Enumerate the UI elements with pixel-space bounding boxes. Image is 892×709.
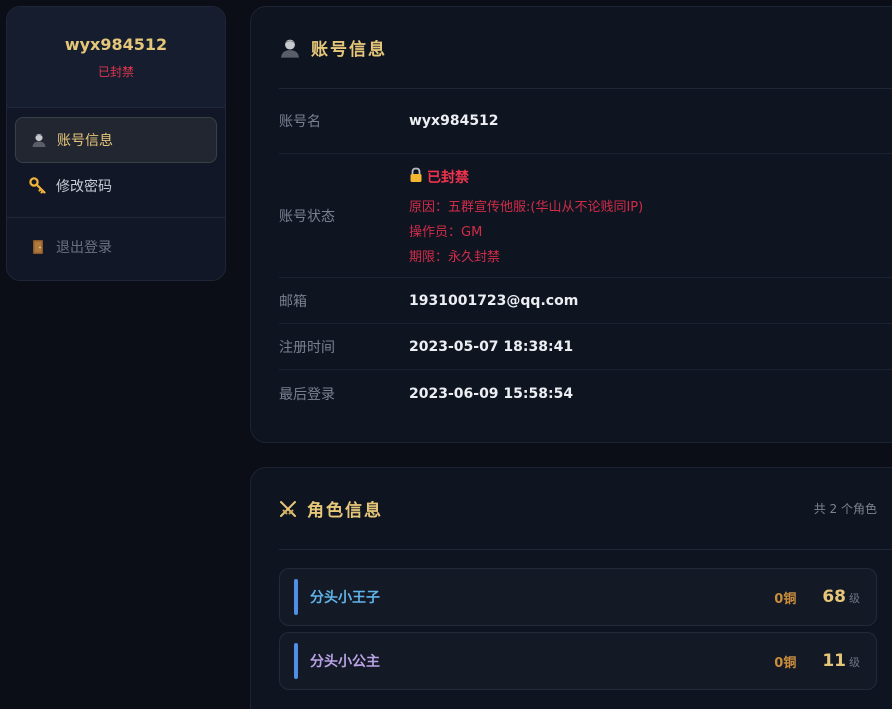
- account-card-header: 账号信息: [279, 7, 892, 89]
- role-level-number: 11: [822, 651, 846, 671]
- account-card-title: 账号信息: [311, 40, 387, 60]
- user-avatar-icon: [30, 131, 48, 149]
- account-info-table: 账号名 wyx984512 账号状态 已封禁 原因：五群宣传他服:(华山从不论贱…: [279, 89, 892, 417]
- role-item[interactable]: 分头小王子 0铜 68 级: [279, 568, 877, 626]
- ban-duration: 期限：永久封禁: [409, 249, 501, 265]
- info-label: 账号名: [279, 114, 321, 130]
- sidebar-item-account-info[interactable]: 账号信息: [15, 117, 217, 163]
- info-row-account-name: 账号名 wyx984512: [279, 89, 892, 154]
- info-row-last-login: 最后登录 2023-06-09 15:58:54: [279, 370, 892, 417]
- info-label: 最后登录: [279, 386, 335, 403]
- roles-card-header: 角色信息 共 2 个角色: [279, 468, 892, 550]
- account-info-card: 账号信息 账号名 wyx984512 账号状态 已封禁 原因：五群宣传他服:(华…: [250, 6, 892, 443]
- info-label: 邮箱: [279, 293, 307, 310]
- role-copper: 0铜: [774, 655, 797, 671]
- roles-count: 共 2 个角色: [813, 502, 877, 516]
- role-level-unit: 级: [849, 592, 860, 605]
- role-name: 分头小公主: [310, 654, 380, 670]
- key-icon: [29, 177, 47, 195]
- last-login-value: 2023-06-09 15:58:54: [409, 385, 574, 402]
- sidebar-status-badge: 已封禁: [97, 64, 134, 79]
- sidebar-item-label: 修改密码: [56, 179, 112, 195]
- crossed-swords-icon: [279, 500, 297, 518]
- status-text: 已封禁: [427, 169, 469, 186]
- profile-header: wyx984512 已封禁: [7, 7, 225, 108]
- role-name: 分头小王子: [310, 590, 380, 606]
- info-row-email: 邮箱 1931001723@qq.com: [279, 278, 892, 324]
- info-row-registered: 注册时间 2023-05-07 18:38:41: [279, 324, 892, 370]
- registered-value: 2023-05-07 18:38:41: [409, 338, 574, 355]
- logout-button[interactable]: 退出登录: [15, 224, 217, 270]
- role-level: 11 级: [822, 651, 860, 671]
- account-status-block: 已封禁 原因：五群宣传他服:(华山从不论贱同IP) 操作员：GM 期限：永久封禁: [409, 167, 643, 265]
- roles-card: 角色信息 共 2 个角色 分头小王子 0铜 68 级 分头小公主 0铜 11 级: [250, 467, 892, 709]
- info-label: 账号状态: [279, 208, 335, 225]
- account-name-value: wyx984512: [409, 113, 499, 129]
- sidebar-divider: [7, 217, 225, 218]
- info-label: 注册时间: [279, 339, 335, 356]
- logout-label: 退出登录: [56, 240, 112, 256]
- role-copper: 0铜: [774, 591, 797, 607]
- role-accent-bar: [294, 643, 298, 679]
- role-level-unit: 级: [849, 656, 860, 669]
- sidebar-item-change-password[interactable]: 修改密码: [15, 163, 217, 209]
- sidebar-item-label: 账号信息: [57, 133, 113, 149]
- ban-reason: 原因：五群宣传他服:(华山从不论贱同IP): [409, 199, 644, 215]
- role-level: 68 级: [822, 587, 860, 607]
- email-value: 1931001723@qq.com: [409, 292, 579, 309]
- sidebar: wyx984512 已封禁 账号信息 修改密码 退出登录: [6, 6, 226, 281]
- role-item[interactable]: 分头小公主 0铜 11 级: [279, 632, 877, 690]
- role-accent-bar: [294, 579, 298, 615]
- lock-icon: [409, 167, 423, 187]
- sidebar-nav: 账号信息 修改密码 退出登录: [7, 108, 225, 270]
- sidebar-username: wyx984512: [64, 34, 168, 54]
- ban-operator: 操作员：GM: [409, 224, 483, 240]
- user-avatar-icon: [279, 37, 301, 59]
- roles-card-title: 角色信息: [307, 501, 383, 521]
- account-status-value: 已封禁: [409, 167, 643, 187]
- role-level-number: 68: [822, 587, 846, 607]
- role-list: 分头小王子 0铜 68 级 分头小公主 0铜 11 级: [279, 568, 877, 696]
- info-row-account-status: 账号状态 已封禁 原因：五群宣传他服:(华山从不论贱同IP) 操作员：GM 期限…: [279, 154, 892, 278]
- door-icon: [29, 238, 47, 256]
